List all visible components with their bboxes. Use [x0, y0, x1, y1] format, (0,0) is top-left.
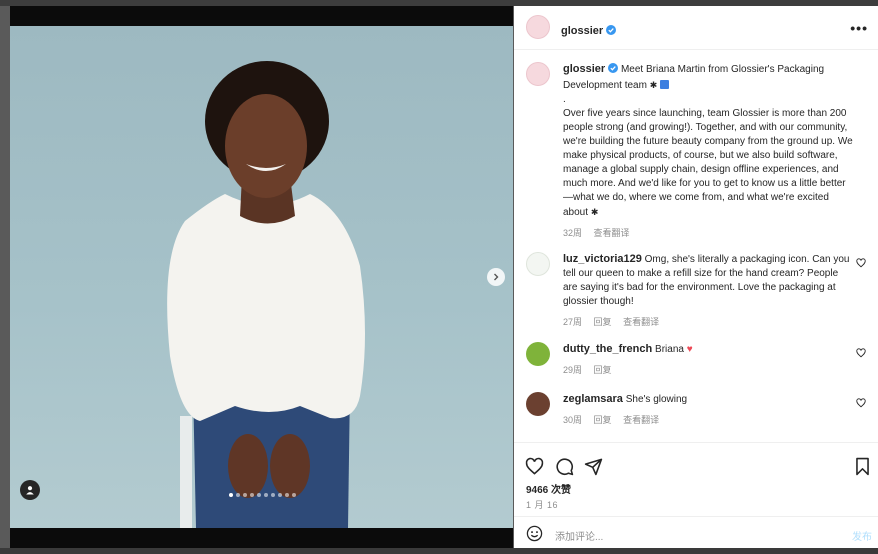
carousel-dot	[229, 493, 233, 497]
post-date: 1 月 16	[526, 500, 559, 510]
comment-text: She's glowing	[625, 394, 688, 405]
comment-input[interactable]: 添加评论...	[555, 528, 603, 543]
carousel-dot	[264, 493, 268, 497]
account-avatar[interactable]	[526, 15, 550, 39]
comment-like-heart-icon[interactable]	[856, 348, 866, 358]
carousel-dot	[250, 493, 254, 497]
carousel-indicator	[229, 493, 296, 497]
caption-separator: .	[563, 94, 566, 105]
likes-count[interactable]: 9466 次赞	[526, 481, 571, 496]
photo-illustration	[167, 61, 365, 528]
caption-time[interactable]: 32周	[563, 228, 582, 238]
bookmark-icon[interactable]	[854, 457, 871, 476]
comment-text-block: zeglamsara She's glowing 30周 回复 查看翻译	[563, 392, 855, 427]
carousel-dot	[285, 493, 289, 497]
comment-reply-button[interactable]: 回复	[594, 415, 612, 425]
carousel-dot	[278, 493, 282, 497]
comment-text-block: dutty_the_french Briana ♥ 29周 回复	[563, 342, 855, 377]
tagged-users-button[interactable]	[20, 480, 40, 500]
comment-reply-button[interactable]: 回复	[594, 317, 612, 327]
caption-body: Over five years since launching, team Gl…	[563, 108, 853, 218]
comment-time[interactable]: 30周	[563, 415, 582, 425]
comments-feed: glossier Meet Briana Martin from Glossie…	[514, 50, 878, 442]
comment-item: dutty_the_french Briana ♥ 29周 回复	[526, 342, 866, 378]
more-options-icon[interactable]: •••	[850, 20, 868, 36]
red-heart-emoji-icon: ♥	[686, 344, 693, 355]
comment-translate-link[interactable]: 查看翻译	[623, 415, 659, 425]
blue-square-emoji-icon	[660, 80, 670, 89]
comment-username[interactable]: dutty_the_french	[563, 343, 652, 355]
caption-avatar[interactable]	[526, 62, 550, 86]
comment-username[interactable]: zeglamsara	[563, 393, 623, 405]
chevron-right-icon	[494, 273, 499, 281]
post-details-panel: glossier ••• glossier Meet Briana Martin…	[514, 6, 878, 548]
heart-icon[interactable]	[525, 457, 544, 476]
carousel-next-button[interactable]	[487, 268, 505, 286]
post-media	[10, 6, 513, 548]
verified-badge-icon	[608, 63, 619, 78]
caption-username[interactable]: glossier	[563, 63, 605, 75]
caption-body-row: Over five years since launching, team Gl…	[563, 107, 855, 220]
smiley-icon[interactable]	[526, 525, 543, 542]
post-header: glossier •••	[514, 6, 878, 50]
comment-time[interactable]: 27周	[563, 317, 582, 327]
comment-reply-button[interactable]: 回复	[594, 365, 612, 375]
comment-composer: 添加评论... 发布	[514, 516, 878, 550]
bee-emoji-icon: ✱	[590, 207, 599, 217]
bee-emoji-icon: ✱	[649, 80, 658, 90]
caption-translate-link[interactable]: 查看翻译	[594, 228, 630, 238]
comment-icon[interactable]	[555, 457, 574, 476]
comment-translate-link[interactable]: 查看翻译	[623, 317, 659, 327]
comment-text-block: luz_victoria129 Omg, she's literally a p…	[563, 252, 855, 329]
account-username[interactable]: glossier	[561, 25, 603, 37]
comment-like-heart-icon[interactable]	[856, 258, 866, 268]
carousel-dot	[236, 493, 240, 497]
caption-meta: 32周 查看翻译	[563, 226, 855, 240]
account-name-row: glossier	[561, 21, 617, 40]
comment-avatar[interactable]	[526, 392, 550, 416]
post-actions: 9466 次赞 1 月 16 添加评论... 发布	[514, 442, 878, 549]
comment-meta: 27周 回复 查看翻译	[563, 315, 855, 329]
comment-time[interactable]: 29周	[563, 365, 582, 375]
post-photo	[10, 26, 513, 528]
comment-item: zeglamsara She's glowing 30周 回复 查看翻译	[526, 392, 866, 428]
comment-username[interactable]: luz_victoria129	[563, 253, 642, 265]
comment-text: Briana	[655, 344, 684, 355]
comment-avatar[interactable]	[526, 252, 550, 276]
post-comment-button[interactable]: 发布	[852, 528, 872, 543]
verified-badge-icon	[606, 22, 617, 40]
paper-plane-icon[interactable]	[584, 457, 603, 476]
comment-meta: 30周 回复 查看翻译	[563, 413, 855, 427]
carousel-dot	[243, 493, 247, 497]
carousel-dot	[271, 493, 275, 497]
comment-meta: 29周 回复	[563, 363, 855, 377]
carousel-dot	[257, 493, 261, 497]
caption-text-block: glossier Meet Briana Martin from Glossie…	[563, 62, 855, 240]
comment-avatar[interactable]	[526, 342, 550, 366]
caption: glossier Meet Briana Martin from Glossie…	[526, 62, 866, 242]
comment-like-heart-icon[interactable]	[856, 398, 866, 408]
person-icon	[26, 486, 34, 495]
carousel-dot	[292, 493, 296, 497]
comment-item: luz_victoria129 Omg, she's literally a p…	[526, 252, 866, 328]
